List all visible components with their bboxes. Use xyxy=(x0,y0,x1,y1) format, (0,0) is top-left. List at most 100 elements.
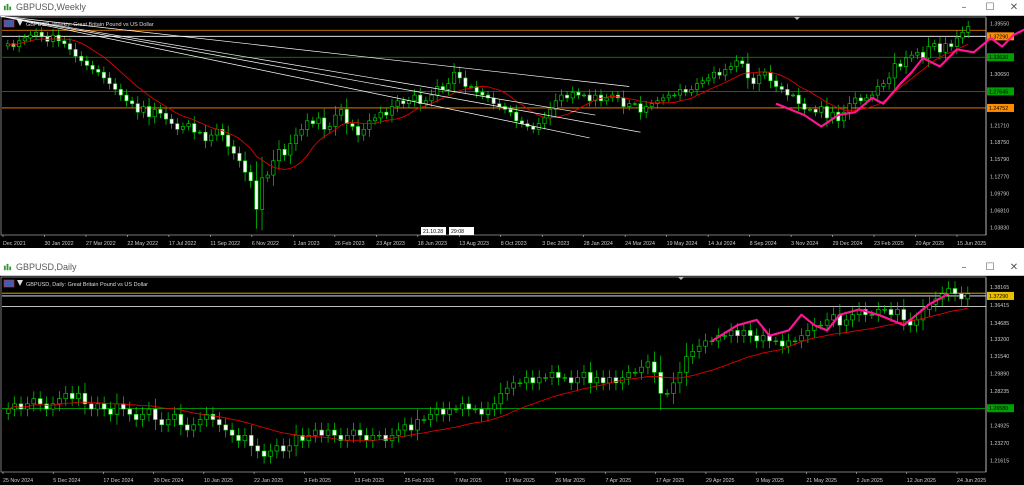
candle xyxy=(127,408,132,415)
candle xyxy=(350,123,355,127)
candle xyxy=(364,434,369,441)
candle xyxy=(858,97,863,102)
candle xyxy=(786,340,791,347)
candle xyxy=(666,94,671,99)
candle xyxy=(472,408,478,411)
candle xyxy=(802,103,807,110)
candle xyxy=(313,429,318,436)
candle xyxy=(898,63,903,67)
candle xyxy=(164,113,168,120)
close-button[interactable]: ✕ xyxy=(1006,1,1022,14)
candle xyxy=(695,83,700,90)
time-axis-label: 17 Apr 2025 xyxy=(656,478,685,484)
price-axis-label: 1.28235 xyxy=(990,389,1009,395)
candle xyxy=(850,314,855,321)
candle xyxy=(357,429,363,436)
maximize-button[interactable]: ☐ xyxy=(982,1,998,14)
time-axis-label: 23 Feb 2025 xyxy=(874,241,904,247)
candle xyxy=(63,393,68,399)
candle xyxy=(966,26,971,33)
price-axis-label: 1.21615 xyxy=(990,458,1009,464)
price-axis-label: 1.23270 xyxy=(990,441,1009,447)
price-axis-label: 1.18750 xyxy=(990,140,1009,146)
candle xyxy=(463,77,468,87)
candle xyxy=(31,398,37,405)
time-axis-label: 3 Dec 2023 xyxy=(542,241,569,247)
candle xyxy=(260,177,265,210)
candle xyxy=(254,180,259,210)
candle xyxy=(498,393,504,405)
candle xyxy=(853,97,858,104)
candle xyxy=(757,74,762,84)
candle xyxy=(197,131,202,134)
time-axis-label: 18 Jun 2023 xyxy=(418,241,447,247)
candle xyxy=(587,94,592,102)
candle xyxy=(76,393,81,399)
candle xyxy=(435,86,440,96)
candle xyxy=(570,91,575,99)
candle xyxy=(901,309,907,321)
candle xyxy=(689,89,694,93)
candle xyxy=(559,94,564,102)
candle xyxy=(203,131,208,142)
candle xyxy=(723,69,728,76)
price-axis-label: 1.34685 xyxy=(990,321,1009,327)
candle xyxy=(881,83,886,87)
candle xyxy=(485,408,491,415)
candle xyxy=(333,114,338,127)
candle xyxy=(56,34,61,42)
chart-window-icon xyxy=(3,3,12,11)
candle xyxy=(954,37,959,47)
candle xyxy=(728,66,733,70)
candle xyxy=(440,86,445,90)
candle xyxy=(452,71,457,84)
candle xyxy=(351,429,356,436)
candle xyxy=(799,335,804,342)
candle xyxy=(703,340,708,347)
time-axis-label: 24 Mar 2024 xyxy=(625,241,655,247)
candle xyxy=(946,288,951,295)
candle xyxy=(480,91,485,96)
price-badge-label: 1.27645 xyxy=(989,89,1008,95)
candle xyxy=(844,319,849,326)
candle xyxy=(378,111,383,119)
candle xyxy=(344,109,349,124)
candle xyxy=(644,106,649,113)
minimize-button[interactable]: – xyxy=(956,1,972,14)
candle xyxy=(700,80,705,84)
time-axis-label: 29 Dec 2024 xyxy=(833,241,863,247)
candle xyxy=(504,387,510,394)
candle xyxy=(373,117,378,122)
candle xyxy=(594,377,599,384)
candle xyxy=(751,77,756,84)
candle xyxy=(779,86,784,90)
time-axis-label: 12 Jun 2025 xyxy=(907,478,936,484)
candle xyxy=(197,419,203,426)
candle xyxy=(37,398,43,405)
candle xyxy=(28,34,33,39)
candle xyxy=(319,429,324,436)
weekly-chart-window: GBPUSD,Weekly – ☐ ✕ GBPUSD, Weekly: Grea… xyxy=(0,0,1024,248)
candle xyxy=(69,393,75,399)
time-axis-label: 7 Mar 2025 xyxy=(455,478,482,484)
candle xyxy=(639,366,644,373)
candle xyxy=(892,63,897,79)
candle xyxy=(780,340,785,347)
candle xyxy=(805,330,811,336)
minimize-button[interactable]: – xyxy=(956,261,972,274)
price-axis-label: 1.36415 xyxy=(990,303,1009,309)
daily-chart-canvas[interactable]: GBPUSD, Daily: Great Britain Pound vs US… xyxy=(0,276,1024,485)
daily-window-title: GBPUSD,Daily xyxy=(16,262,77,272)
candle xyxy=(293,134,298,144)
weekly-chart-canvas[interactable]: GBPUSD, Weekly: Great Britain Pound vs U… xyxy=(0,16,1024,248)
candle xyxy=(882,309,887,311)
candle xyxy=(5,408,11,414)
candle xyxy=(57,398,62,405)
candle xyxy=(548,109,553,119)
time-axis-label: 2 Jun 2025 xyxy=(857,478,883,484)
candle xyxy=(926,46,931,59)
candle xyxy=(34,31,39,36)
close-button[interactable]: ✕ xyxy=(1006,261,1022,274)
trend-line xyxy=(0,16,641,133)
maximize-button[interactable]: ☐ xyxy=(982,261,998,274)
